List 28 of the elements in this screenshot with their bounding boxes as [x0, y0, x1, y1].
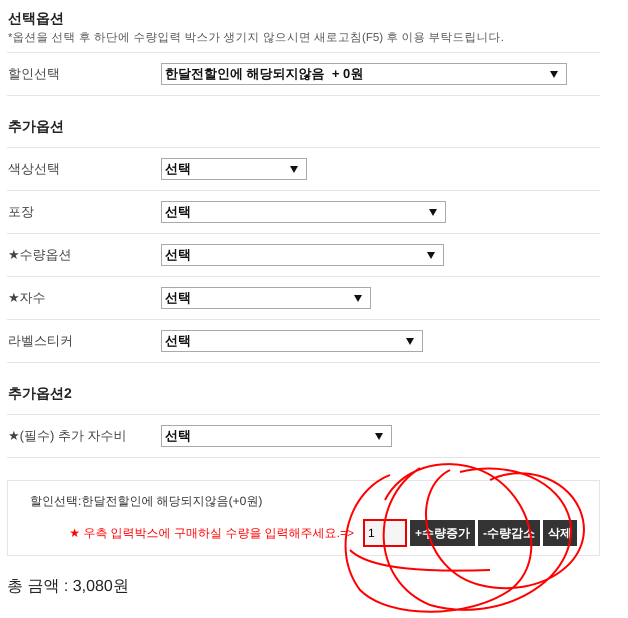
- option-select[interactable]: 선택: [161, 425, 392, 447]
- quantity-field[interactable]: 1: [362, 519, 407, 547]
- option-label: ★수량옵션: [7, 246, 73, 264]
- option-label: ★자수: [7, 289, 47, 307]
- caret-icon: [427, 252, 435, 258]
- total-amount: 총 금액 : 3,080원: [7, 577, 130, 597]
- section-heading: 추가옵션2: [7, 363, 600, 415]
- caret-icon: [290, 166, 298, 172]
- option-label: 색상선택: [7, 160, 61, 178]
- notice-text: *옵션을 선택 후 하단에 수량입력 박스가 생기지 않으시면 새로고침(F5) 후 이용 부탁드립니다.: [7, 30, 600, 53]
- caret-icon: [375, 432, 383, 440]
- caret-icon: [550, 70, 558, 78]
- section-heading: 선택옵션: [7, 9, 65, 28]
- option-label: ★(필수) 추가 자수비: [7, 427, 128, 445]
- option-select[interactable]: 선택: [161, 330, 423, 352]
- option-label: 라벨스티커: [7, 332, 74, 350]
- caret-icon: [429, 208, 437, 216]
- caret-icon: [406, 338, 414, 344]
- caret-icon: [354, 294, 362, 302]
- option-select[interactable]: 선택: [161, 158, 307, 180]
- option-select[interactable]: 한달전할인에 해당되지않음 + 0원: [161, 63, 567, 85]
- option-label: 포장: [7, 203, 35, 221]
- option-select[interactable]: 선택: [161, 287, 371, 309]
- option-label: 할인선택: [7, 65, 61, 83]
- selected-option-text: 할인선택:한달전할인에 해당되지않음(+0원): [30, 493, 264, 510]
- section-heading: 추가옵션: [7, 96, 600, 148]
- option-select[interactable]: 선택: [161, 201, 446, 223]
- option-select[interactable]: 선택: [161, 244, 444, 266]
